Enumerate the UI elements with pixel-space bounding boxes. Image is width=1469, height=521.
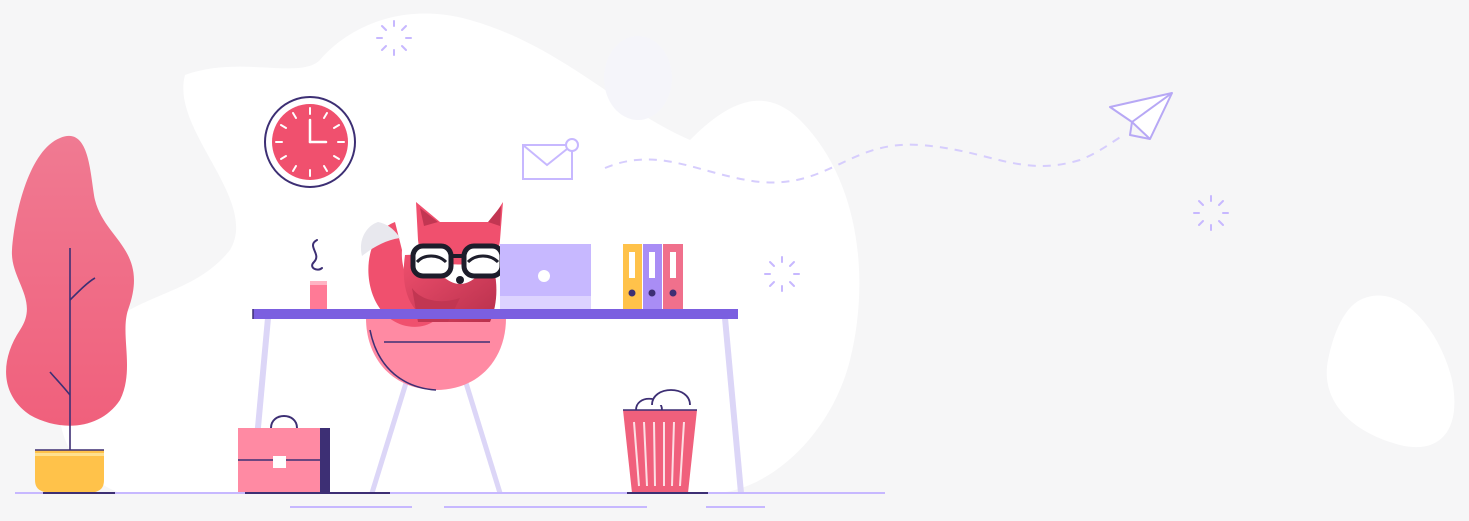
- paper-plane-icon: [1109, 92, 1173, 140]
- binder-icon: [663, 244, 683, 310]
- sparkle-icon: [1193, 195, 1229, 231]
- wall-clock-icon: [264, 96, 356, 188]
- background-blob-faint: [604, 36, 672, 120]
- background-blob-small: [1326, 295, 1455, 448]
- envelope-icon: [522, 138, 579, 180]
- laptop-icon: [500, 244, 591, 310]
- floor-line: [15, 492, 885, 508]
- binder-icon: [623, 244, 642, 310]
- illustration-scene: [0, 0, 1469, 521]
- office-illustration: [6, 13, 1455, 508]
- binder-icon: [643, 244, 662, 310]
